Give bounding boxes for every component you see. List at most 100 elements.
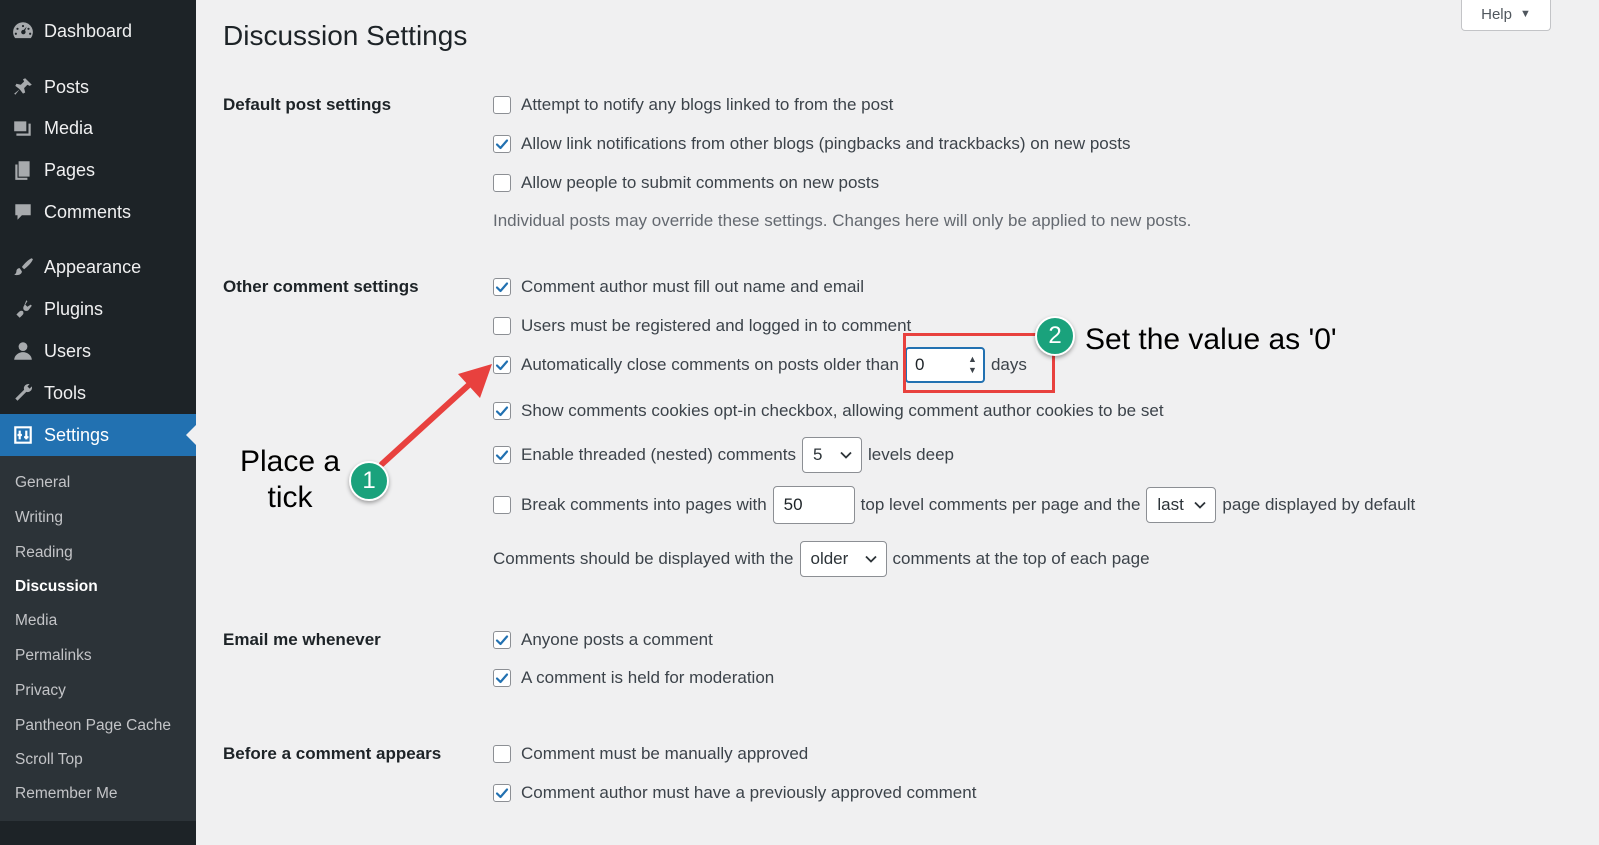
comments-per-page-value: 50 (783, 495, 803, 514)
pages-icon (10, 157, 36, 183)
thread-depth-select[interactable]: 5 (802, 437, 862, 473)
check-icon (494, 785, 510, 801)
option-label: Break comments into pages with (521, 495, 767, 514)
menu-label: Posts (44, 76, 90, 97)
menu-label: Settings (44, 424, 110, 445)
submenu-general[interactable]: General (15, 474, 70, 492)
menu-label: Tools (44, 382, 87, 403)
section-email-me-whenever: Email me whenever (223, 630, 381, 649)
cookies-checkbox[interactable] (493, 402, 511, 420)
threaded-checkbox[interactable] (493, 446, 511, 464)
menu-item-tools[interactable]: Tools (0, 372, 196, 414)
link-notifications-checkbox[interactable] (493, 135, 511, 153)
annotation-step-2-text: Set the value as '0' (1085, 323, 1337, 356)
wrench-icon (10, 380, 36, 406)
check-icon (494, 447, 510, 463)
paged-mid-text: top level comments per page and the (860, 495, 1141, 514)
annotation-arrow (379, 364, 492, 467)
check-icon (494, 357, 510, 373)
menu-item-comments[interactable]: Comments (0, 191, 196, 233)
admin-sidebar: Dashboard Posts Media Pages Comments App… (0, 0, 196, 845)
menu-item-appearance[interactable]: Appearance (0, 246, 196, 288)
option-anyone-posts: Anyone posts a comment (493, 630, 713, 650)
option-label: Allow people to submit comments on new p… (521, 173, 880, 192)
paged-checkbox[interactable] (493, 496, 511, 514)
previously-approved-checkbox[interactable] (493, 784, 511, 802)
registered-checkbox[interactable] (493, 317, 511, 335)
submenu-scroll-top[interactable]: Scroll Top (15, 751, 83, 769)
auto-close-checkbox[interactable] (493, 356, 511, 374)
option-previously-approved: Comment author must have a previously ap… (493, 783, 976, 803)
annotation-step-1-badge: 1 (349, 461, 389, 501)
submenu-remember-me[interactable]: Remember Me (15, 785, 118, 803)
option-held-moderation: A comment is held for moderation (493, 668, 774, 688)
check-icon (494, 632, 510, 648)
user-icon (10, 338, 36, 364)
settings-submenu: General Writing Reading Discussion Media… (0, 456, 196, 821)
menu-item-pages[interactable]: Pages (0, 149, 196, 191)
option-label: Comment author must fill out name and em… (521, 277, 864, 296)
default-page-value: last (1157, 495, 1184, 514)
manual-approval-checkbox[interactable] (493, 745, 511, 763)
submenu-pantheon-page-cache[interactable]: Pantheon Page Cache (15, 717, 171, 735)
submenu-writing[interactable]: Writing (15, 509, 63, 527)
option-label: Users must be registered and logged in t… (521, 316, 912, 335)
option-label: A comment is held for moderation (521, 668, 775, 687)
menu-item-dashboard[interactable]: Dashboard (0, 10, 196, 52)
menu-label: Dashboard (44, 20, 133, 41)
comment-order-select[interactable]: older (799, 541, 887, 577)
held-moderation-checkbox[interactable] (493, 669, 511, 687)
check-icon (494, 670, 510, 686)
author-fill-checkbox[interactable] (493, 278, 511, 296)
option-label: Comment author must have a previously ap… (521, 783, 977, 802)
default-page-select[interactable]: last (1146, 487, 1217, 523)
section-before-comment-appears: Before a comment appears (223, 744, 442, 763)
menu-label: Plugins (44, 298, 104, 319)
annotation-step-1-text: Place a tick (229, 444, 351, 516)
menu-label: Media (44, 117, 94, 138)
order-prefix: Comments should be displayed with the (493, 549, 794, 568)
levels-suffix: levels deep (868, 445, 955, 464)
option-manual-approval: Comment must be manually approved (493, 744, 808, 764)
section-default-post-settings: Default post settings (223, 95, 392, 114)
submenu-discussion[interactable]: Discussion (15, 578, 98, 596)
menu-item-plugins[interactable]: Plugins (0, 288, 196, 330)
comment-icon (10, 199, 36, 225)
option-label: Anyone posts a comment (521, 630, 713, 649)
active-indicator (186, 425, 196, 445)
annotation-step-1-line-2: tick (267, 481, 313, 514)
submenu-privacy[interactable]: Privacy (15, 682, 66, 700)
menu-item-media[interactable]: Media (0, 107, 196, 149)
option-allow-comments: Allow people to submit comments on new p… (493, 173, 879, 193)
submenu-media[interactable]: Media (15, 612, 57, 630)
settings-icon (10, 422, 36, 448)
anyone-posts-checkbox[interactable] (493, 631, 511, 649)
menu-item-posts[interactable]: Posts (0, 66, 196, 108)
comments-per-page-input[interactable]: 50 (772, 486, 855, 524)
option-label: Attempt to notify any blogs linked to fr… (521, 95, 894, 114)
annotation-highlight-box (903, 333, 1055, 393)
menu-label: Users (44, 340, 92, 361)
dashboard-icon (10, 18, 36, 44)
allow-comments-checkbox[interactable] (493, 174, 511, 192)
menu-item-settings[interactable]: Settings (0, 414, 196, 456)
option-author-fill: Comment author must fill out name and em… (493, 277, 864, 297)
notify-blogs-checkbox[interactable] (493, 96, 511, 114)
chevron-down-icon (1193, 498, 1207, 512)
media-icon (10, 115, 36, 141)
caret-down-icon: ▼ (1519, 8, 1531, 20)
option-registered: Users must be registered and logged in t… (493, 316, 911, 336)
check-icon (494, 136, 510, 152)
option-label: Allow link notifications from other blog… (521, 134, 1131, 153)
submenu-reading[interactable]: Reading (15, 544, 73, 562)
help-button[interactable]: Help ▼ (1461, 0, 1551, 31)
option-threaded: Enable threaded (nested) comments 5 leve… (493, 437, 954, 473)
order-suffix: comments at the top of each page (892, 549, 1150, 568)
option-notify-blogs: Attempt to notify any blogs linked to fr… (493, 95, 893, 115)
menu-item-users[interactable]: Users (0, 330, 196, 372)
paged-suffix: page displayed by default (1222, 495, 1416, 514)
help-label: Help (1481, 5, 1512, 23)
comment-order-value: older (810, 549, 849, 568)
chevron-down-icon (839, 448, 853, 462)
submenu-permalinks[interactable]: Permalinks (15, 647, 92, 665)
